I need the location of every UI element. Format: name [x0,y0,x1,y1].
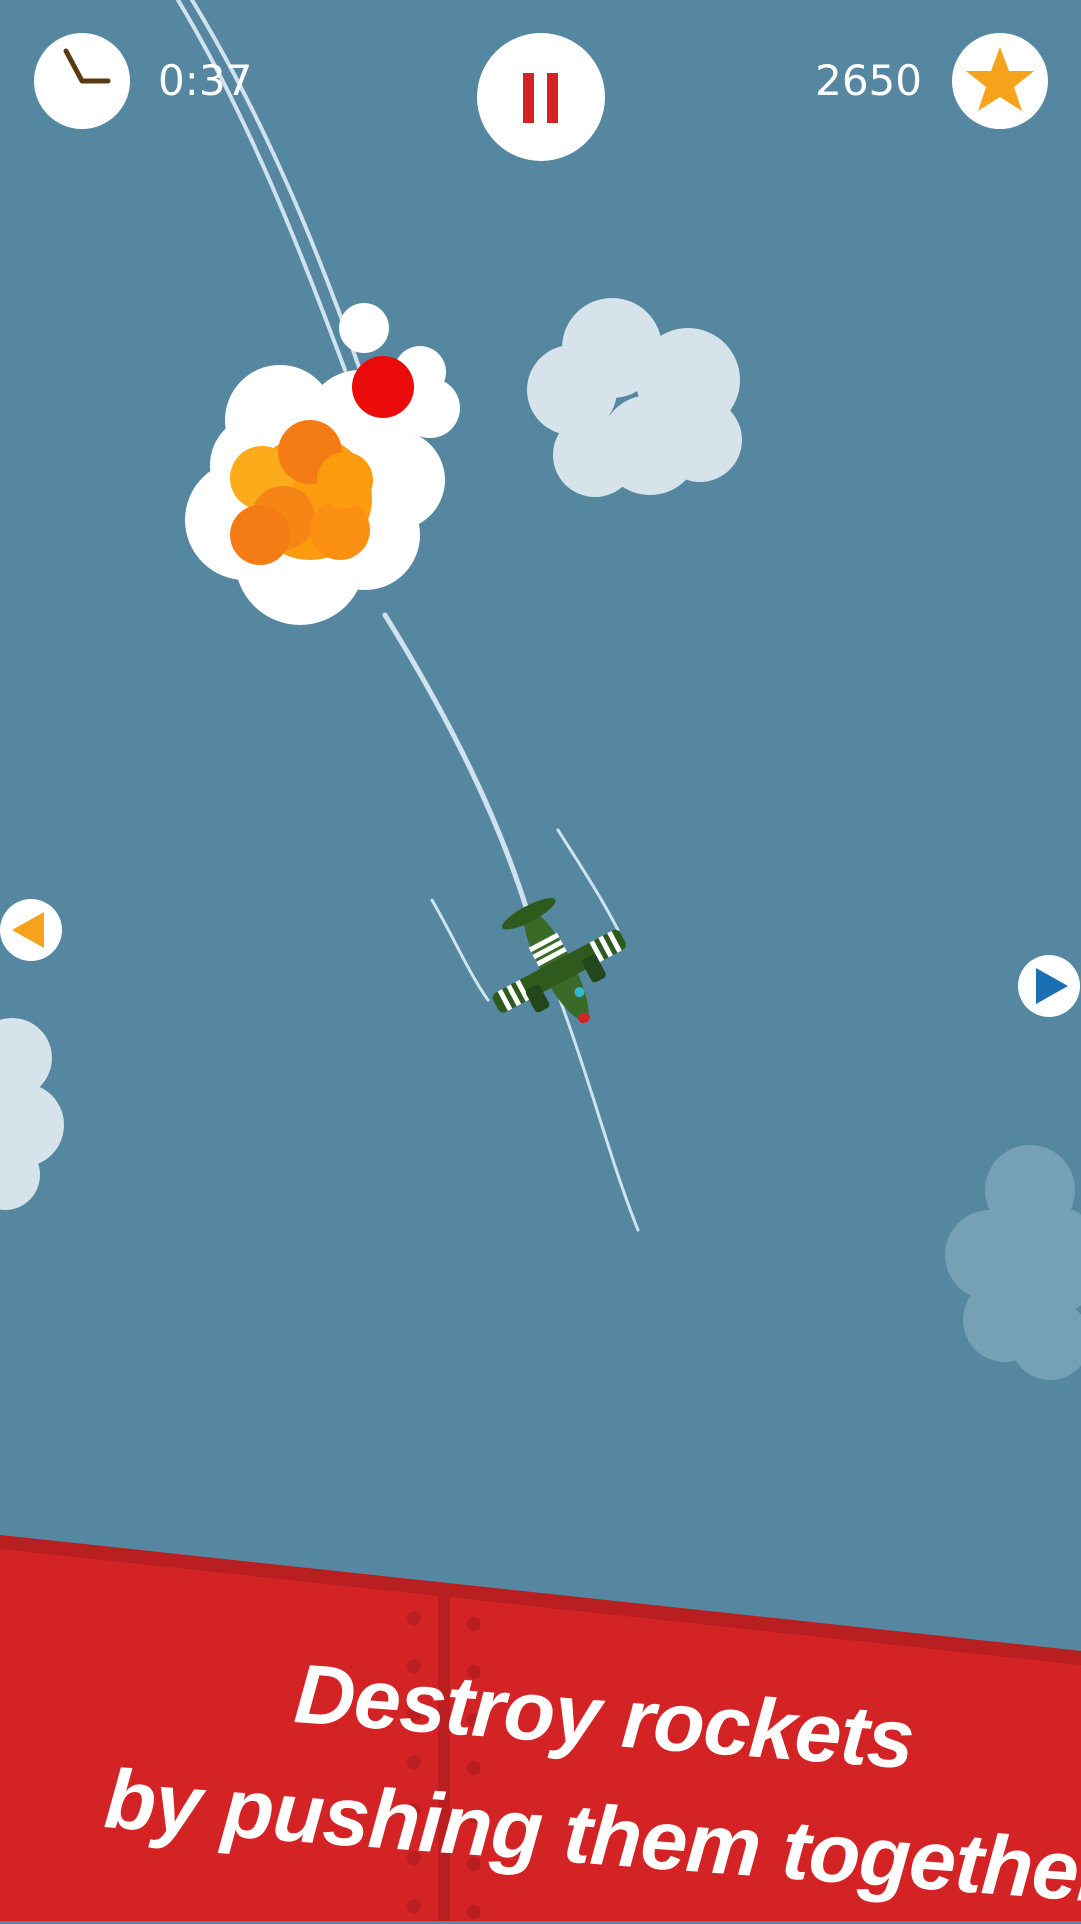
timer-badge [34,33,130,129]
right-arrow-icon [1036,968,1068,1004]
timer-value: 0:37 [158,56,253,105]
clock-icon [63,48,111,84]
game-scene [0,0,1081,1921]
star-icon [966,47,1034,111]
score-badge [952,33,1048,129]
pause-icon [523,73,558,123]
pause-button[interactable] [477,33,605,161]
left-arrow-icon [12,912,44,948]
steer-right-button[interactable] [1018,955,1080,1017]
steer-left-button[interactable] [0,899,62,961]
score-value: 2650 [815,56,922,105]
